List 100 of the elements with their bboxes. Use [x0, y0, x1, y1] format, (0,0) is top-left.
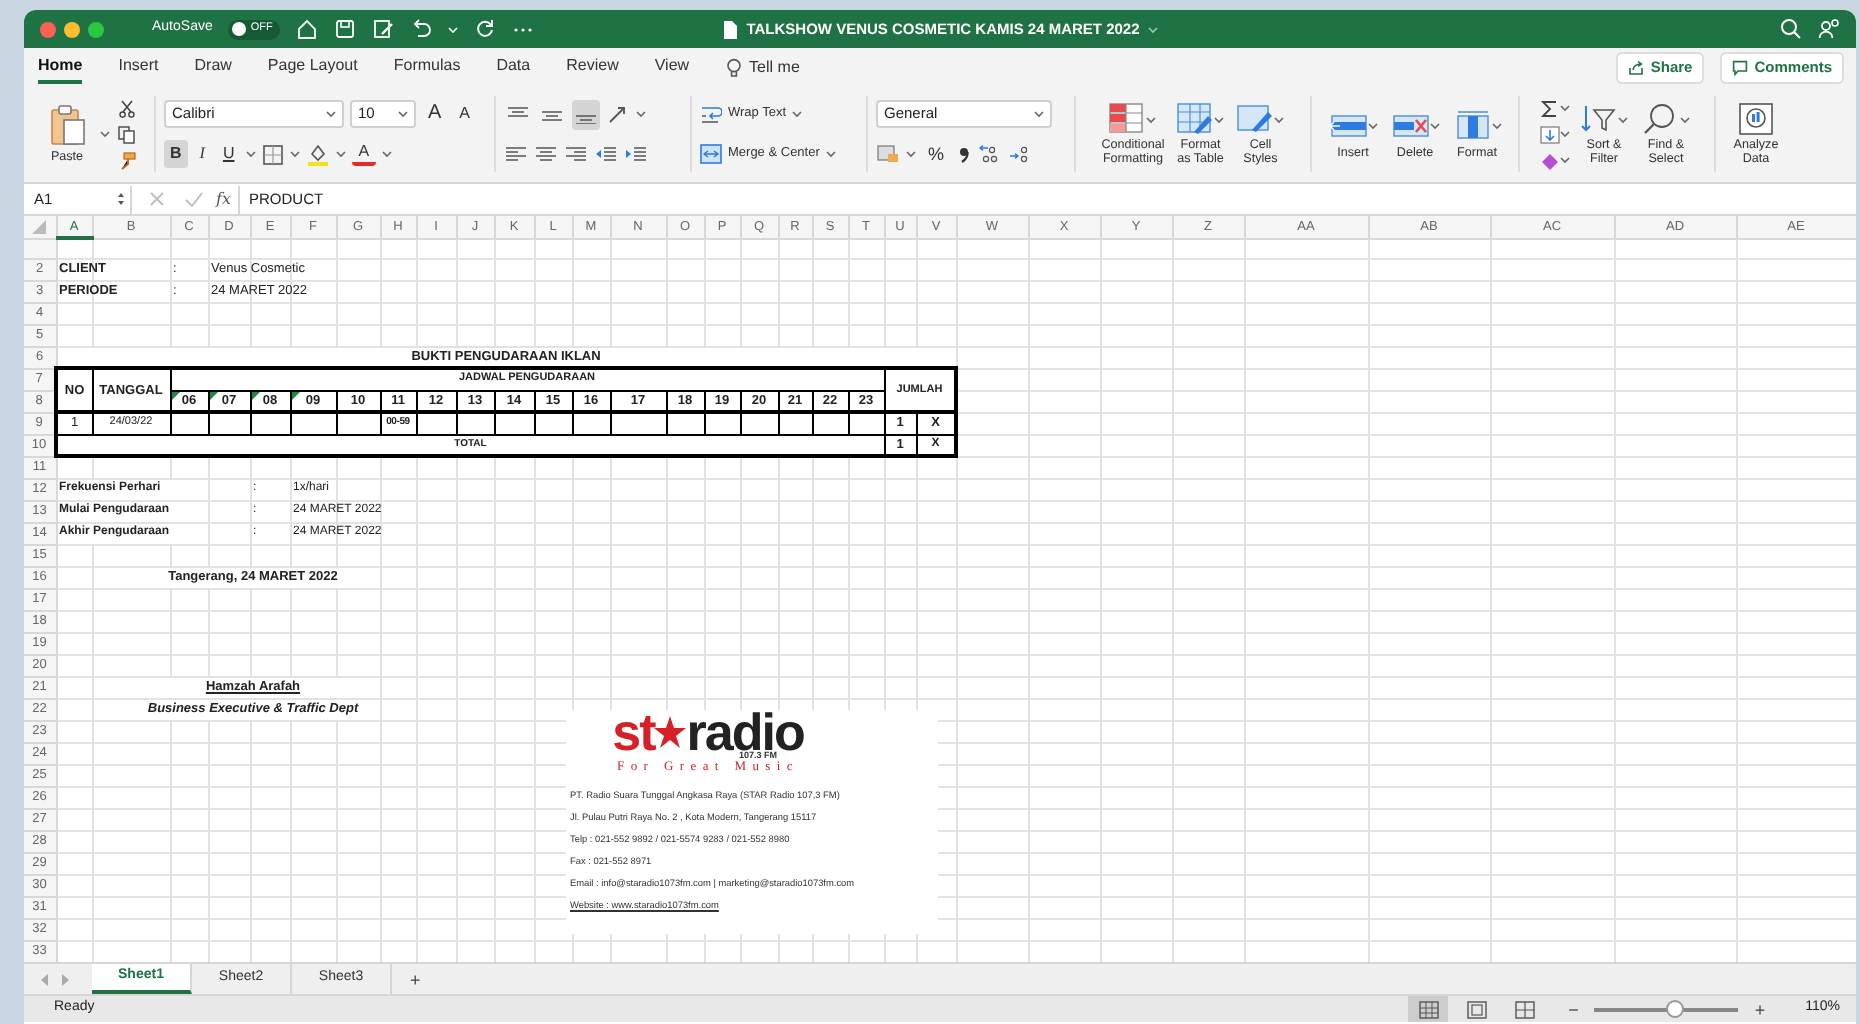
fill-down-icon[interactable]	[1540, 125, 1560, 143]
comma-style-icon[interactable]	[956, 144, 973, 164]
person-share-icon[interactable]	[1818, 18, 1840, 40]
share-icon[interactable]	[1628, 60, 1645, 76]
caret-icon[interactable]	[326, 110, 336, 118]
format-painter-icon[interactable]	[117, 151, 135, 169]
stepper-icon	[116, 190, 126, 208]
caret-icon[interactable]	[99, 130, 109, 138]
cut-icon[interactable]	[117, 99, 135, 117]
caret-icon[interactable]	[1560, 104, 1570, 112]
error-indicator-icon[interactable]	[291, 391, 299, 399]
maximize-button[interactable]	[88, 21, 104, 37]
grow-font-button[interactable]: A	[422, 100, 448, 128]
percent-button[interactable]: %	[922, 140, 951, 168]
zoom-out-button[interactable]: −	[1568, 999, 1579, 1019]
font-color-button[interactable]: A	[352, 142, 376, 166]
sort-filter-icon	[1580, 102, 1618, 136]
caret-icon[interactable]	[1560, 130, 1570, 138]
caret-icon[interactable]	[1560, 156, 1570, 164]
table-cell	[290, 412, 336, 434]
page-break-view-icon[interactable]	[1513, 999, 1536, 1019]
comment-icon[interactable]	[1732, 60, 1749, 76]
caret-icon[interactable]	[1147, 25, 1158, 33]
slider-thumb[interactable]	[1665, 999, 1684, 1017]
insert-function-button[interactable]: fx	[216, 187, 231, 211]
bold-button[interactable]: B	[164, 140, 188, 168]
copy-icon[interactable]	[117, 125, 135, 143]
caret-icon	[1618, 115, 1628, 123]
increase-indent-icon[interactable]	[624, 144, 648, 164]
add-sheet-button[interactable]: +	[410, 969, 421, 989]
edit-icon[interactable]	[372, 18, 395, 40]
undo-icon[interactable]	[410, 18, 433, 40]
caret-icon[interactable]	[906, 150, 916, 158]
orientation-icon[interactable]	[606, 104, 630, 124]
logo-text: st	[612, 714, 655, 750]
italic-button[interactable]: I	[193, 140, 211, 168]
caret-icon	[1429, 122, 1439, 130]
ribbon-tab[interactable]: View	[654, 52, 690, 84]
wrap-text-icon	[700, 104, 722, 124]
ribbon-tab[interactable]: Formulas	[393, 52, 461, 84]
align-left-icon[interactable]	[504, 144, 528, 164]
caret-icon[interactable]	[381, 150, 392, 158]
minimize-button[interactable]	[64, 21, 80, 37]
caret-icon[interactable]	[1034, 110, 1044, 118]
decrease-indent-icon[interactable]	[594, 144, 618, 164]
page-layout-view-icon[interactable]	[1465, 999, 1488, 1019]
caret-icon	[1680, 115, 1690, 123]
caret-icon	[1491, 122, 1501, 130]
shrink-font-button[interactable]: A	[453, 100, 477, 128]
star-icon	[654, 714, 687, 750]
search-icon[interactable]	[1780, 18, 1802, 40]
align-right-icon[interactable]	[564, 144, 588, 164]
decrease-decimal-icon[interactable]	[1008, 144, 1033, 164]
format-cells-icon	[1453, 109, 1491, 143]
fill-color-icon[interactable]	[306, 142, 331, 166]
caret-icon[interactable]	[792, 110, 803, 118]
borders-icon[interactable]	[262, 143, 285, 165]
tell-me-search[interactable]: Tell me	[749, 56, 800, 80]
increase-decimal-icon[interactable]	[978, 144, 1003, 164]
caret-icon[interactable]	[825, 150, 836, 158]
caret-icon[interactable]	[290, 150, 301, 158]
ribbon-tab[interactable]: Insert	[118, 52, 159, 84]
eraser-icon[interactable]	[1540, 151, 1560, 169]
caret-icon[interactable]	[398, 110, 408, 118]
grid-icon	[1108, 102, 1147, 136]
ribbon-tab[interactable]: Data	[496, 52, 531, 84]
underline-button[interactable]: U	[216, 140, 241, 168]
error-indicator-icon[interactable]	[209, 391, 217, 399]
zoom-in-button[interactable]: +	[1754, 999, 1766, 1019]
search-icon	[1642, 102, 1680, 136]
save-icon[interactable]	[334, 18, 357, 40]
caret-icon	[1274, 115, 1285, 123]
autosum-icon[interactable]	[1540, 99, 1560, 117]
align-center-icon[interactable]	[534, 144, 558, 164]
table-cell	[572, 412, 610, 434]
ribbon-tab[interactable]: Home	[38, 52, 83, 84]
error-indicator-icon[interactable]	[251, 391, 259, 399]
table-cell	[170, 412, 208, 434]
table-cell	[704, 412, 740, 434]
insert-row-icon	[1329, 109, 1367, 143]
table-cell	[848, 412, 884, 434]
table-cell	[208, 412, 250, 434]
ribbon-tab[interactable]: Review	[566, 52, 619, 84]
logo-text: radio	[686, 714, 804, 750]
table-cell	[812, 412, 848, 434]
clipboard-icon	[47, 104, 87, 148]
redo-icon[interactable]	[474, 18, 497, 40]
lightbulb-icon[interactable]	[725, 58, 742, 78]
error-indicator-icon[interactable]	[171, 391, 179, 399]
analyze-chart-icon	[1737, 102, 1775, 136]
caret-icon[interactable]	[336, 150, 347, 158]
document-icon	[722, 19, 739, 39]
ribbon-tab[interactable]: Draw	[194, 52, 232, 84]
table-cell	[740, 412, 778, 434]
normal-view-icon[interactable]	[1417, 999, 1440, 1019]
caret-icon	[1214, 115, 1225, 123]
ribbon-tab[interactable]: Page Layout	[267, 52, 358, 84]
caret-icon[interactable]	[246, 150, 257, 158]
home-icon[interactable]	[296, 18, 319, 40]
caret-icon[interactable]	[636, 110, 646, 118]
